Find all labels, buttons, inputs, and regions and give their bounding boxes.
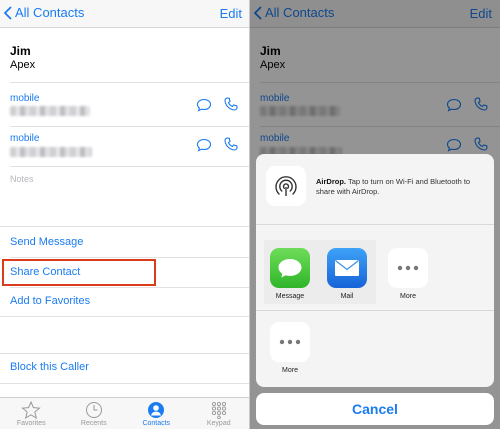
nav-bar: All Contacts Edit (0, 0, 249, 28)
phone-label: mobile (260, 93, 290, 104)
airdrop-rings-icon (275, 176, 297, 196)
phone-icon (474, 137, 488, 151)
more-actions-button[interactable]: More (264, 322, 316, 374)
more-icon (388, 248, 428, 288)
share-sheet-screen: All Contacts Edit Jim Apex mobile mobile… (250, 0, 500, 429)
contact-name: Jim (10, 44, 31, 58)
divider (10, 126, 249, 127)
tab-contacts[interactable]: Contacts (125, 398, 188, 429)
phone-label[interactable]: mobile (10, 133, 39, 144)
chevron-left-icon (4, 5, 12, 20)
tab-label: Favorites (16, 420, 46, 427)
app-label: More (282, 367, 298, 374)
contact-company: Apex (10, 59, 36, 71)
back-label: All Contacts (265, 5, 335, 20)
app-label: More (400, 293, 416, 300)
tab-favorites[interactable]: Favorites (0, 398, 63, 429)
message-bubble-icon (446, 138, 462, 152)
share-contact-highlight-box (2, 259, 156, 286)
divider (256, 310, 494, 311)
chevron-left-icon (254, 5, 262, 20)
share-sheet: AirDrop. Tap to turn on Wi-Fi and Blueto… (256, 154, 494, 387)
phone-icon[interactable] (223, 136, 239, 152)
send-message-button[interactable]: Send Message (10, 236, 83, 248)
more-apps-button[interactable]: More (382, 248, 434, 300)
add-to-favorites-button[interactable]: Add to Favorites (10, 295, 90, 307)
divider (0, 383, 249, 384)
tab-recents[interactable]: Recents (63, 398, 126, 429)
star-icon (21, 401, 42, 419)
tab-keypad[interactable]: Keypad (188, 398, 250, 429)
divider (10, 257, 249, 258)
phone-icon (474, 97, 488, 111)
divider (256, 224, 494, 225)
message-app-button[interactable]: Message (264, 248, 316, 300)
edit-button[interactable]: Edit (470, 6, 492, 21)
person-icon (148, 402, 165, 418)
message-bubble-icon (446, 98, 462, 112)
phone-number-redacted[interactable] (10, 147, 92, 157)
contact-detail-screen: All Contacts Edit Jim Apex mobile mobile… (0, 0, 250, 429)
divider (260, 82, 500, 83)
phone-icon[interactable] (223, 96, 239, 112)
app-label: Message (275, 293, 305, 300)
phone-number-redacted (260, 106, 340, 116)
divider (10, 82, 249, 83)
divider (0, 316, 249, 317)
message-bubble-icon[interactable] (196, 138, 212, 152)
clock-icon (85, 402, 102, 418)
app-label: Mail (340, 293, 354, 300)
notes-field[interactable]: Notes (10, 174, 34, 184)
back-button[interactable]: All Contacts (254, 5, 334, 20)
phone-number-redacted[interactable] (10, 106, 90, 116)
cancel-button[interactable]: Cancel (256, 393, 494, 425)
back-button[interactable]: All Contacts (4, 5, 84, 20)
phone-label[interactable]: mobile (10, 93, 39, 104)
mail-app-icon (327, 248, 367, 288)
divider (10, 287, 249, 288)
divider (0, 353, 249, 354)
keypad-icon (211, 401, 226, 419)
message-bubble-icon[interactable] (196, 98, 212, 112)
message-app-icon (270, 248, 310, 288)
airdrop-icon[interactable] (266, 166, 306, 206)
block-caller-button[interactable]: Block this Caller (10, 361, 89, 373)
tab-label: Contacts (142, 420, 171, 427)
contact-company: Apex (260, 59, 286, 71)
divider (0, 226, 249, 227)
airdrop-title: AirDrop. (316, 177, 346, 186)
divider (260, 126, 500, 127)
phone-label: mobile (260, 133, 290, 144)
nav-bar: All Contacts Edit (250, 0, 500, 28)
tab-label: Recents (80, 420, 107, 427)
edit-button[interactable]: Edit (220, 6, 242, 21)
divider (10, 166, 249, 167)
tab-bar: Favorites Recents Contacts Keypad (0, 397, 250, 429)
mail-app-button[interactable]: Mail (321, 248, 373, 300)
tab-label: Keypad (206, 420, 231, 427)
airdrop-description: AirDrop. Tap to turn on Wi-Fi and Blueto… (316, 177, 486, 197)
contact-name: Jim (260, 44, 281, 58)
more-icon (270, 322, 310, 362)
back-label: All Contacts (15, 5, 85, 20)
